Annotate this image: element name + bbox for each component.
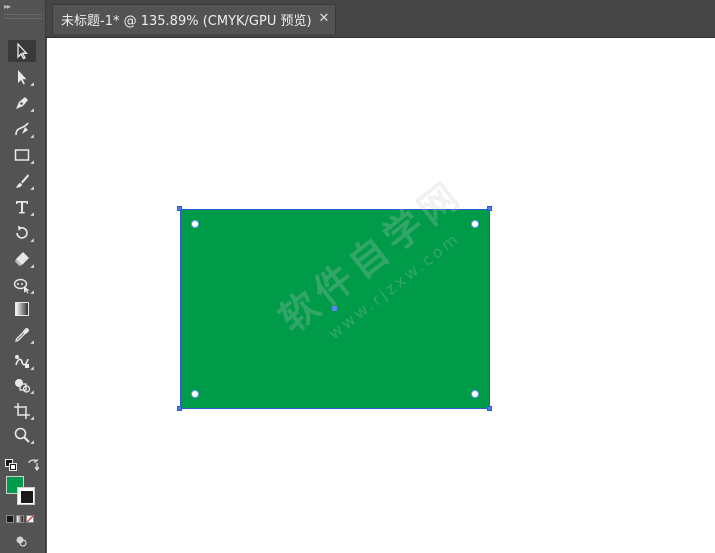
- puppet-warp-tool[interactable]: [8, 274, 36, 296]
- pen-tool[interactable]: [8, 92, 36, 114]
- puppet-warp-tool-icon: [13, 278, 30, 294]
- artboard-tool[interactable]: [8, 400, 36, 422]
- selection-tool-icon: [17, 42, 28, 60]
- panel-grip[interactable]: [4, 14, 42, 19]
- shape-builder-tool-icon: [15, 379, 31, 393]
- more-tools-icon: [30, 160, 34, 164]
- anchor-bottom-left[interactable]: [177, 406, 182, 411]
- collapse-panel-icon[interactable]: ▸▸: [4, 2, 42, 12]
- more-tools-icon: [30, 416, 34, 420]
- stroke-color-swatch[interactable]: [17, 487, 35, 505]
- gradient-tool[interactable]: [8, 298, 36, 320]
- direct-selection-tool-icon: [18, 70, 27, 85]
- gradient-mode-button[interactable]: [16, 515, 24, 523]
- paintbrush-tool-icon: [15, 174, 29, 188]
- close-icon[interactable]: ✕: [317, 12, 331, 26]
- rectangle-tool-icon: [14, 149, 30, 161]
- zoom-tool[interactable]: [8, 424, 36, 446]
- rectangle-tool[interactable]: [8, 144, 36, 166]
- rotate-tool-icon: [16, 225, 28, 239]
- type-tool-icon: [16, 201, 28, 214]
- eyedropper-tool[interactable]: [8, 324, 36, 346]
- blend-tool-icon: [15, 355, 29, 368]
- pen-tool-icon: [16, 97, 28, 109]
- zoom-tool-icon: [14, 427, 30, 443]
- more-tools-icon: [30, 340, 34, 344]
- shape-builder-tool[interactable]: [8, 374, 36, 396]
- curvature-tool-icon: [15, 122, 29, 136]
- more-tools-icon: [30, 134, 34, 138]
- eraser-tool-icon: [15, 252, 29, 266]
- more-tools-icon: [30, 440, 34, 444]
- anchor-bottom-right[interactable]: [487, 406, 492, 411]
- corner-widget-bottom-left[interactable]: [191, 390, 199, 398]
- more-tools-icon: [30, 390, 34, 394]
- direct-selection-tool[interactable]: [8, 66, 36, 88]
- default-fill-stroke-icon[interactable]: [5, 456, 17, 471]
- document-tab[interactable]: 未标题-1* @ 135.89% (CMYK/GPU 预览) ✕: [52, 4, 336, 34]
- more-tools-icon: [30, 238, 34, 242]
- more-tools-icon: [30, 290, 34, 294]
- tools-panel: ▸▸: [0, 0, 46, 553]
- blend-tool[interactable]: [8, 350, 36, 372]
- document-tab-bar: 未标题-1* @ 135.89% (CMYK/GPU 预览) ✕: [46, 0, 715, 38]
- color-mode-button[interactable]: [6, 515, 14, 523]
- more-tools-icon: [30, 264, 34, 268]
- curvature-tool[interactable]: [8, 118, 36, 140]
- corner-widget-top-left[interactable]: [191, 220, 199, 228]
- more-tools-icon: [30, 82, 34, 86]
- artboard-canvas[interactable]: 软件自学网 www.rjzxw.com: [47, 38, 715, 553]
- more-tools-icon: [30, 212, 34, 216]
- selection-tool[interactable]: [8, 40, 36, 62]
- artboard-tool-icon: [14, 403, 30, 419]
- swap-fill-stroke-icon[interactable]: [27, 456, 40, 472]
- none-mode-button[interactable]: [26, 515, 34, 523]
- paintbrush-tool[interactable]: [8, 170, 36, 192]
- more-tools-icon: [30, 108, 34, 112]
- gradient-tool-icon: [15, 302, 29, 316]
- corner-widget-bottom-right[interactable]: [471, 390, 479, 398]
- document-tab-title: 未标题-1* @ 135.89% (CMYK/GPU 预览): [61, 14, 312, 29]
- more-tools-icon: [30, 186, 34, 190]
- eraser-tool[interactable]: [8, 248, 36, 270]
- more-tools-icon: [30, 366, 34, 370]
- anchor-top-left[interactable]: [177, 206, 182, 211]
- draw-mode-icon[interactable]: [15, 532, 27, 547]
- type-tool[interactable]: [8, 196, 36, 218]
- rotate-tool[interactable]: [8, 222, 36, 244]
- eyedropper-tool-icon: [15, 328, 29, 342]
